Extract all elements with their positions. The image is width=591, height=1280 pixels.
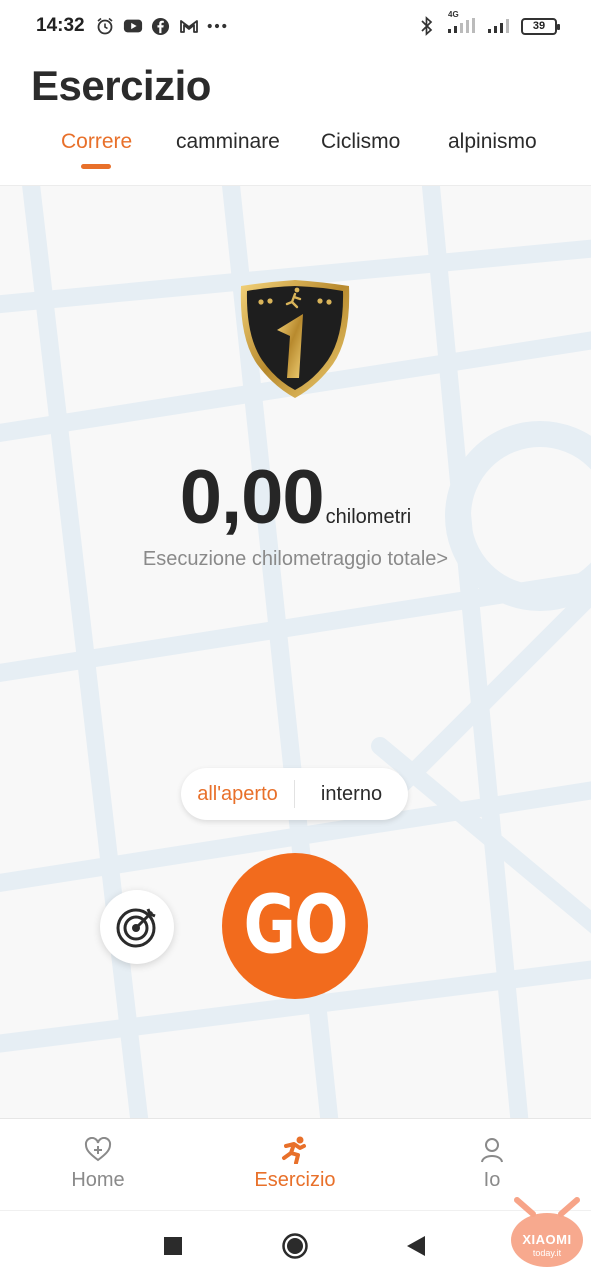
runner-rank-1-badge-icon [237,278,353,400]
map-area: 0,00 chilometri Esecuzione chilometraggio… [0,186,591,1118]
nav-esercizio[interactable]: Esercizio [215,1119,375,1211]
watermark-brand: XIAOMI [522,1232,572,1247]
youtube-icon [123,16,143,36]
mode-indoor[interactable]: interno [295,783,408,806]
home-circle-icon[interactable] [281,1232,309,1260]
distance-readout: 0,00 chilometri [0,454,591,541]
status-icons-left [95,16,227,36]
nav-home-label: Home [71,1169,125,1191]
alarm-icon [95,16,115,36]
gmail-icon [179,16,199,36]
go-label: GO [243,879,349,973]
xiaomi-today-watermark: XIAOMI today.it [505,1196,589,1272]
recents-square-icon[interactable] [163,1236,183,1256]
signal-icon-2 [487,16,511,36]
more-dots-icon [207,16,227,36]
system-nav-bar [0,1210,591,1280]
tab-correre[interactable]: Correre [61,130,132,154]
battery-icon: 39 [521,17,560,35]
status-bar: 14:32 4G 39 [0,0,591,52]
mode-toggle: all'aperto interno [181,768,408,820]
signal-icon: 4G [447,10,477,36]
tab-alpinismo[interactable]: alpinismo [448,130,537,154]
sport-tabs: Correre camminare Ciclismo alpinismo [0,126,591,186]
target-icon [114,904,160,950]
tab-ciclismo[interactable]: Ciclismo [321,130,400,154]
network-type: 4G [448,10,459,19]
nav-home[interactable]: Home [18,1119,178,1211]
status-time: 14:32 [36,15,85,36]
tab-camminare[interactable]: camminare [176,130,280,154]
person-icon [480,1137,504,1163]
bluetooth-icon [417,16,437,36]
total-mileage-link[interactable]: Esecuzione chilometraggio totale> [0,548,591,571]
nav-io-label: Io [483,1169,501,1191]
back-triangle-icon[interactable] [406,1235,426,1257]
heart-plus-icon [84,1137,112,1163]
target-button[interactable] [100,890,174,964]
distance-unit: chilometri [325,506,412,528]
mode-outdoor[interactable]: all'aperto [181,783,294,806]
running-icon [280,1136,310,1164]
watermark-site: today.it [532,1248,562,1258]
go-button[interactable]: GO [222,853,368,999]
status-icons-right: 4G 39 [417,10,560,36]
nav-esercizio-label: Esercizio [254,1169,336,1191]
distance-value: 0,00 [179,455,325,540]
bottom-nav: Home Esercizio Io [0,1118,591,1210]
facebook-icon [151,16,171,36]
active-tab-indicator [81,164,111,169]
page-title: Esercizio [31,62,211,109]
